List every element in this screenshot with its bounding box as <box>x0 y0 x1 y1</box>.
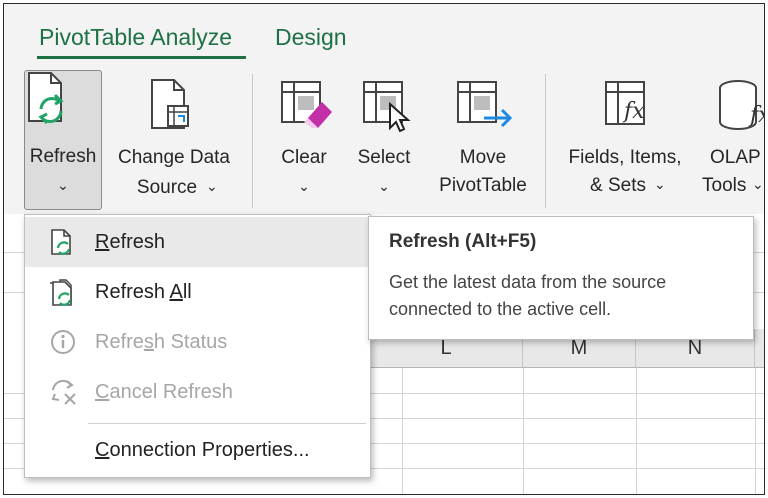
clear-eraser-icon <box>281 81 332 128</box>
change-data-source-line1: Change Data <box>118 147 230 168</box>
chevron-down-icon: ⌄ <box>57 177 69 193</box>
refresh-button[interactable]: Refresh ⌄ <box>24 70 102 210</box>
chevron-down-icon: ⌄ <box>654 176 666 192</box>
select-label: Select <box>357 147 411 168</box>
move-pivottable-line1: Move <box>459 147 507 168</box>
refresh-all-icon <box>50 279 72 306</box>
refresh-doc-icon <box>28 72 64 125</box>
tooltip-title: Refresh (Alt+F5) <box>389 231 537 252</box>
column-header-partial <box>755 329 764 368</box>
tab-design[interactable]: Design <box>275 24 347 51</box>
menu-item-label: Refresh Status <box>95 331 228 353</box>
gridline <box>402 368 403 494</box>
menu-item-label: Refresh <box>95 231 166 253</box>
select-button[interactable]: Select ⌄ <box>348 70 420 208</box>
menu-item-label: Connection Properties... <box>95 439 310 461</box>
olap-tools-line1: OLAP <box>710 147 761 168</box>
gridline <box>755 368 756 494</box>
ribbon-group-separator <box>545 74 546 208</box>
gridline <box>636 368 637 494</box>
refresh-label: Refresh <box>29 146 97 167</box>
chevron-down-icon: ⌄ <box>206 178 218 194</box>
clear-button[interactable]: Clear ⌄ <box>272 70 336 208</box>
move-pivottable-button[interactable]: Move PivotTable <box>428 70 538 208</box>
info-circle-icon <box>51 330 75 354</box>
chevron-down-icon: ⌄ <box>378 178 390 194</box>
menu-item-connection-properties[interactable]: Connection Properties... <box>25 425 370 475</box>
gridline <box>523 368 524 494</box>
move-pivottable-line2: PivotTable <box>439 175 527 196</box>
svg-text:fx: fx <box>748 103 764 128</box>
olap-tools-button[interactable]: fx OLAP Tools ⌄ <box>700 70 764 208</box>
menu-item-refresh[interactable]: Refresh <box>25 217 370 267</box>
olap-cylinder-icon: fx <box>719 80 764 130</box>
tab-pivottable-analyze[interactable]: PivotTable Analyze <box>39 24 232 51</box>
refresh-dropdown-menu: Refresh Refresh All Refresh Status Cance… <box>24 214 371 478</box>
ribbon-group-separator <box>252 74 253 208</box>
menu-item-cancel-refresh[interactable]: Cancel Refresh <box>25 367 370 417</box>
refresh-doc-icon <box>51 229 71 255</box>
move-arrow-icon <box>457 81 513 128</box>
refresh-tooltip: Refresh (Alt+F5) Get the latest data fro… <box>368 216 754 340</box>
svg-text:fx: fx <box>622 99 645 124</box>
menu-item-label: Refresh All <box>95 281 192 303</box>
menu-separator <box>88 423 366 424</box>
change-data-source-button[interactable]: Change Data Source ⌄ <box>104 70 244 208</box>
menu-item-refresh-all[interactable]: Refresh All <box>25 267 370 317</box>
chevron-down-icon: ⌄ <box>752 176 764 192</box>
tooltip-description: Get the latest data from the source conn… <box>389 272 667 319</box>
change-source-icon <box>151 79 189 129</box>
fx-icon: fx <box>605 81 645 125</box>
olap-tools-line2: Tools <box>702 175 747 196</box>
menu-item-refresh-status[interactable]: Refresh Status <box>25 317 370 367</box>
active-tab-underline <box>37 56 246 59</box>
ribbon-tab-bar: PivotTable Analyze Design <box>4 4 764 66</box>
clear-label: Clear <box>281 147 327 168</box>
menu-item-label: Cancel Refresh <box>95 381 233 403</box>
select-cursor-icon <box>363 81 411 132</box>
fields-items-sets-line1: Fields, Items, <box>568 147 682 168</box>
cancel-refresh-icon <box>51 379 76 405</box>
chevron-down-icon: ⌄ <box>298 178 310 194</box>
excel-window: PivotTable Analyze Design Refresh ⌄ Chan… <box>3 3 765 495</box>
fields-items-sets-button[interactable]: fx Fields, Items, & Sets ⌄ <box>560 70 690 208</box>
